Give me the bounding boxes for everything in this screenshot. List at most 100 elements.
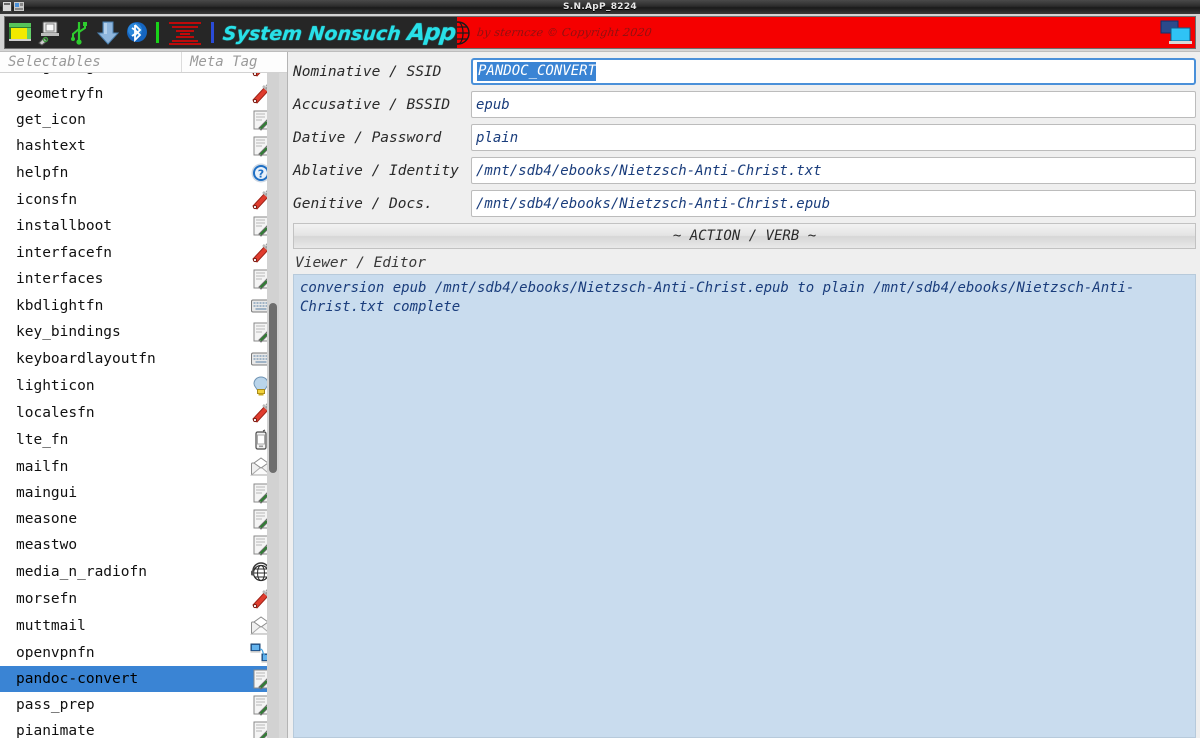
form-field-value: /mnt/sdb4/ebooks/Nietzsch-Anti-Christ.ep…	[476, 195, 831, 212]
action-verb-bar[interactable]: ~ ACTION / VERB ~	[293, 223, 1196, 249]
form-row: Accusative / BSSID epub	[293, 88, 1196, 121]
folder-icon[interactable]	[8, 19, 34, 46]
form-field-input[interactable]: PANDOC_CONVERT	[471, 58, 1196, 85]
list-item-label: morsefn	[16, 590, 78, 607]
list-item[interactable]: keyboardlayoutfn	[0, 345, 287, 372]
form-field-label: Nominative / SSID	[293, 63, 442, 80]
form-fields: Nominative / SSID PANDOC_CONVERT Accusativ…	[293, 55, 1196, 220]
viewer-editor[interactable]: conversion epub /mnt/sdb4/ebooks/Nietzsc…	[293, 274, 1196, 738]
list-item[interactable]: lte_fn	[0, 426, 287, 453]
form-row: Ablative / Identity/mnt/sdb4/ebooks/Niet…	[293, 154, 1196, 187]
usb-icon[interactable]	[66, 19, 92, 46]
list-item[interactable]: installboot	[0, 213, 287, 239]
list-item[interactable]: key_bindings	[0, 319, 287, 345]
list-item-label: flagmanagerfn	[16, 73, 241, 75]
form-row: Nominative / SSID PANDOC_CONVERT	[293, 55, 1196, 88]
form-row: Dative / Password plain	[293, 121, 1196, 154]
list-item-label: openvpnfn	[16, 644, 95, 661]
list-item[interactable]: hashtext	[0, 133, 287, 159]
list-item[interactable]: pianimate	[0, 718, 287, 738]
titlebar-icon-group	[2, 1, 24, 12]
list-item-label: kbdlightfn	[16, 297, 104, 314]
list-item[interactable]: muttmail	[0, 612, 287, 639]
brand-app-word: App	[406, 19, 457, 46]
red-antenna-icon[interactable]	[165, 19, 205, 46]
list-item[interactable]: meastwo	[0, 532, 287, 558]
list-item[interactable]: pass_prep	[0, 692, 287, 718]
list-item-label: localesfn	[16, 404, 95, 421]
list-item-label: get_icon	[16, 112, 86, 128]
list-item[interactable]: interfacefn	[0, 239, 287, 266]
list-item[interactable]: pandoc-convert	[0, 666, 287, 692]
list-item[interactable]: interfaces	[0, 266, 287, 292]
details-panel: Nominative / SSID PANDOC_CONVERT Accusativ…	[288, 52, 1200, 738]
list-item[interactable]: get_icon	[0, 107, 287, 133]
column-header-selectables: Selectables	[8, 54, 101, 70]
list-item[interactable]: openvpnfn	[0, 639, 287, 666]
list-item[interactable]: measone	[0, 506, 287, 532]
list-item-label: keyboardlayoutfn	[16, 350, 156, 367]
list-item[interactable]: maingui	[0, 480, 287, 506]
list-item-label: interfacefn	[16, 244, 113, 261]
list-scrollbar[interactable]	[267, 73, 279, 738]
brand-prefix: System Nonsuch	[221, 22, 409, 45]
main-split: Selectables Meta Tag flagmanagerfn geomet…	[0, 52, 1200, 738]
list-item-label: lte_fn	[16, 431, 69, 448]
copyright-text: by sterncze © Copyright 2020	[476, 26, 653, 39]
list-item-label: pianimate	[16, 723, 95, 738]
form-field-label: Genitive / Docs.	[293, 195, 433, 212]
selectables-panel: Selectables Meta Tag flagmanagerfn geomet…	[0, 52, 288, 738]
list-item[interactable]: flagmanagerfn	[0, 73, 287, 80]
green-bar-icon	[156, 22, 159, 43]
download-arrow-icon[interactable]	[95, 19, 121, 46]
window-title: S.N.ApP_8224	[562, 2, 637, 12]
list-scroll-area[interactable]: flagmanagerfn geometryfn get_icon hashtext h…	[0, 73, 287, 738]
copyright-strip: by sterncze © Copyright 2020	[457, 17, 1195, 48]
list-gutter	[279, 73, 287, 738]
form-field-input[interactable]: /mnt/sdb4/ebooks/Nietzsch-Anti-Christ.tx…	[471, 157, 1196, 184]
column-header-meta-tag: Meta Tag	[181, 52, 287, 72]
list-item-label: media_n_radiofn	[16, 563, 147, 580]
printer-pen-icon[interactable]	[37, 19, 63, 46]
form-row: Genitive / Docs. /mnt/sdb4/ebooks/Nietzsc…	[293, 187, 1196, 220]
list-item-label: geometryfn	[16, 85, 104, 102]
form-field-input[interactable]: /mnt/sdb4/ebooks/Nietzsch-Anti-Christ.ep…	[471, 190, 1196, 217]
list-item[interactable]: media_n_radiofn	[0, 558, 287, 585]
monitor-screens-icon[interactable]	[1159, 19, 1193, 47]
toolbar-icon-group	[5, 17, 217, 48]
window-app-icon[interactable]	[14, 1, 24, 12]
list-item-label: iconsfn	[16, 191, 78, 208]
list-item-label: measone	[16, 511, 78, 527]
app-brand-title: System Nonsuch App	[216, 20, 459, 46]
list-item-label: pandoc-convert	[16, 671, 139, 687]
list-item-label: mailfn	[16, 458, 69, 475]
bluetooth-icon[interactable]	[124, 19, 150, 46]
list-item-label: installboot	[16, 218, 113, 234]
form-field-input[interactable]: plain	[471, 124, 1196, 151]
list-item[interactable]: helpfn?	[0, 159, 287, 186]
list-item[interactable]: iconsfn	[0, 186, 287, 213]
list-item[interactable]: lighticon	[0, 372, 287, 399]
list-item[interactable]: geometryfn	[0, 80, 287, 107]
form-field-label: Ablative / Identity	[293, 162, 459, 179]
list-item[interactable]: mailfn	[0, 453, 287, 480]
form-field-input[interactable]: epub	[471, 91, 1196, 118]
svg-text:?: ?	[258, 167, 264, 180]
globe-icon	[457, 20, 470, 45]
list-scrollbar-thumb[interactable]	[269, 303, 277, 473]
list-item[interactable]: kbdlightfn	[0, 292, 287, 319]
viewer-editor-label: Viewer / Editor	[295, 255, 426, 271]
window-menu-icon[interactable]	[2, 1, 12, 12]
window-titlebar: S.N.ApP_8224	[0, 0, 1200, 14]
form-field-label: Accusative / BSSID	[293, 96, 451, 113]
app-banner: System Nonsuch App by sterncze © Copyrig…	[4, 16, 1196, 49]
form-field-label: Dative / Password	[293, 129, 442, 146]
list-item[interactable]: morsefn	[0, 585, 287, 612]
form-field-value: plain	[476, 129, 519, 146]
list-item[interactable]: localesfn	[0, 399, 287, 426]
toolbar-area: System Nonsuch App by sterncze © Copyrig…	[0, 14, 1200, 52]
list-item-label: meastwo	[16, 537, 78, 553]
form-field-value: /mnt/sdb4/ebooks/Nietzsch-Anti-Christ.tx…	[476, 162, 822, 179]
viewer-editor-text: conversion epub /mnt/sdb4/ebooks/Nietzsc…	[300, 280, 1135, 315]
form-field-value: epub	[476, 96, 510, 113]
